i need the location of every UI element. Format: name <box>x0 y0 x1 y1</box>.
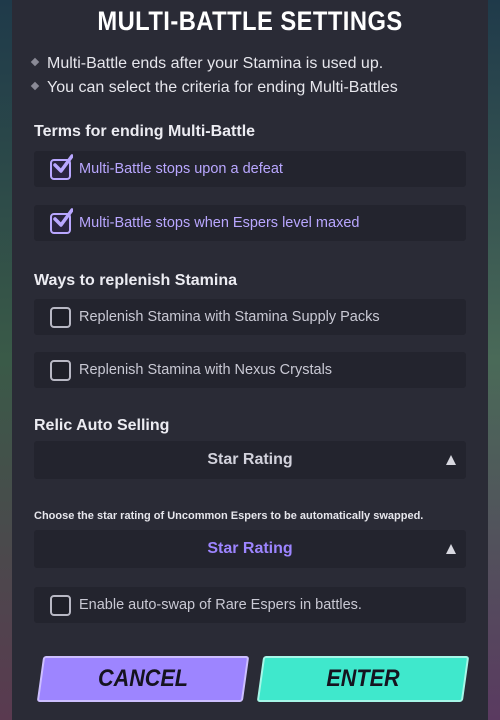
option-stop-on-level-max[interactable]: Multi-Battle stops when Espers level max… <box>34 205 466 241</box>
background-right-edge <box>486 0 500 720</box>
checkbox-checked[interactable] <box>50 208 73 234</box>
option-label: Enable auto-swap of Rare Espers in battl… <box>79 597 362 613</box>
terms-section-label: Terms for ending Multi-Battle <box>34 123 256 140</box>
info-line-1: Multi-Battle ends after your Stamina is … <box>30 55 384 73</box>
checkmark-icon <box>53 154 73 173</box>
enter-button[interactable]: ENTER <box>256 656 470 702</box>
option-label: Replenish Stamina with Nexus Crystals <box>79 362 333 378</box>
stamina-section-label: Ways to replenish Stamina <box>34 272 238 289</box>
caret-up-icon <box>446 544 456 554</box>
option-rare-auto-swap[interactable]: Enable auto-swap of Rare Espers in battl… <box>34 587 466 623</box>
checkmark-icon <box>53 208 73 227</box>
cancel-button[interactable]: CANCEL <box>36 656 250 702</box>
settings-panel: MULTI-BATTLE SETTINGS Multi-Battle ends … <box>12 0 488 720</box>
caret-up-icon <box>446 455 456 465</box>
dropdown-value: Star Rating <box>207 540 293 557</box>
relic-section-label: Relic Auto Selling <box>34 417 170 434</box>
checkbox-unchecked[interactable] <box>50 595 71 616</box>
option-stop-on-defeat[interactable]: Multi-Battle stops upon a defeat <box>34 151 466 187</box>
relic-star-rating-dropdown[interactable]: Star Rating <box>34 441 466 479</box>
option-label: Multi-Battle stops upon a defeat <box>79 161 283 177</box>
uncommon-swap-hint: Choose the star rating of Uncommon Esper… <box>34 510 424 522</box>
uncommon-star-rating-dropdown[interactable]: Star Rating <box>34 530 466 568</box>
info-line-text: You can select the criteria for ending M… <box>47 79 398 96</box>
option-label: Multi-Battle stops when Espers level max… <box>79 215 360 231</box>
dropdown-value: Star Rating <box>207 451 293 468</box>
option-label: Replenish Stamina with Stamina Supply Pa… <box>79 309 380 325</box>
option-nexus-crystals[interactable]: Replenish Stamina with Nexus Crystals <box>34 352 466 388</box>
checkbox-checked[interactable] <box>50 154 73 180</box>
option-supply-packs[interactable]: Replenish Stamina with Stamina Supply Pa… <box>34 299 466 335</box>
info-line-2: You can select the criteria for ending M… <box>30 79 398 97</box>
checkbox-unchecked[interactable] <box>50 360 71 381</box>
bullet-diamond-icon <box>30 57 40 67</box>
panel-title: MULTI-BATTLE SETTINGS <box>97 6 403 36</box>
checkbox-unchecked[interactable] <box>50 307 71 328</box>
info-line-text: Multi-Battle ends after your Stamina is … <box>47 55 384 72</box>
bullet-diamond-icon <box>30 81 40 91</box>
cancel-button-label: CANCEL <box>98 665 188 692</box>
enter-button-label: ENTER <box>326 665 400 692</box>
